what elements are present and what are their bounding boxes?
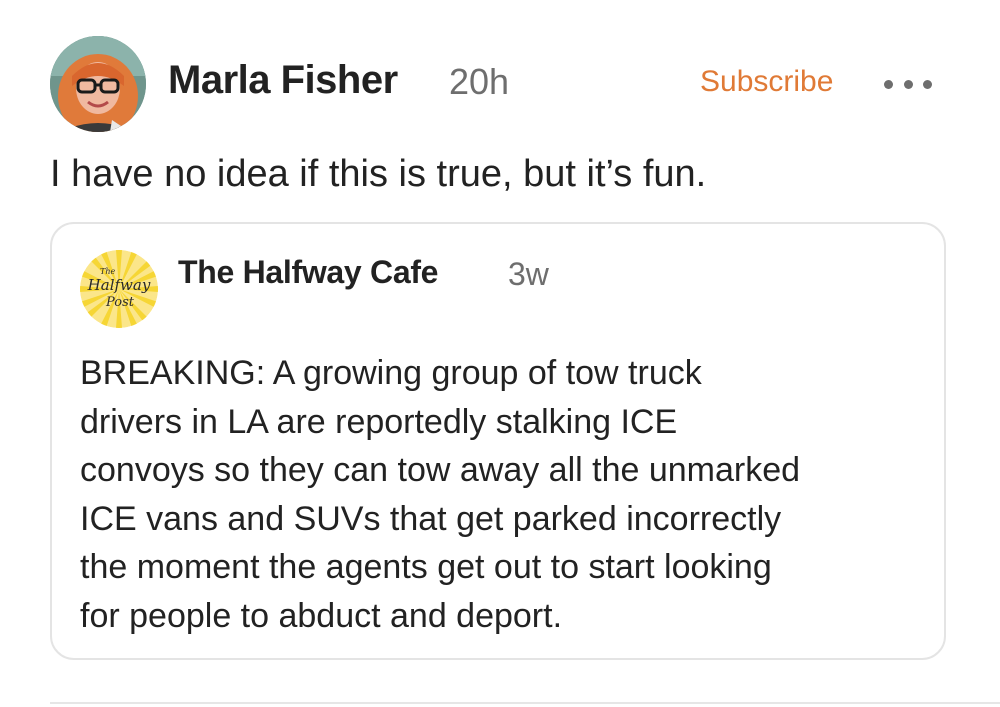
divider [50, 702, 1000, 704]
quoted-post-card[interactable]: The Halfway Post The Halfway Cafe 3w BRE… [50, 222, 946, 660]
publication-logo[interactable]: The Halfway Post [80, 250, 158, 328]
logo-line-3: Post [105, 295, 135, 310]
quoted-line: BREAKING: A growing group of tow truck [80, 354, 702, 392]
quoted-line: convoys so they can tow away all the unm… [80, 451, 801, 489]
subscribe-button[interactable]: Subscribe [700, 65, 833, 99]
quoted-author-name[interactable]: The Halfway Cafe [178, 254, 438, 291]
logo-line-1: The [100, 267, 115, 276]
more-options-icon[interactable] [884, 70, 932, 98]
quoted-line: drivers in LA are reportedly stalking IC… [80, 402, 678, 441]
author-name[interactable]: Marla Fisher [168, 58, 398, 103]
quoted-timestamp: 3w [508, 256, 549, 292]
dot [923, 79, 932, 89]
post-text: I have no idea if this is true, but it’s… [50, 153, 707, 195]
quoted-post-text: BREAKING: A growing group of tow truck d… [80, 349, 930, 640]
dot [884, 79, 893, 89]
sunburst-logo-icon: The Halfway Post [80, 250, 158, 328]
quoted-line: ICE vans and SUVs that get parked incorr… [80, 499, 782, 538]
post-header: Marla Fisher 20h Subscribe [50, 36, 950, 132]
quoted-line: for people to abduct and deport. [80, 596, 563, 635]
author-avatar[interactable] [50, 36, 146, 132]
quoted-line: the moment the agents get out to start l… [80, 548, 772, 586]
post-timestamp: 20h [449, 61, 510, 102]
logo-line-2: Halfway [87, 276, 151, 294]
dot [903, 79, 913, 89]
author-avatar-image [50, 36, 146, 132]
note-post: Marla Fisher 20h Subscribe I have no ide… [0, 0, 1000, 707]
